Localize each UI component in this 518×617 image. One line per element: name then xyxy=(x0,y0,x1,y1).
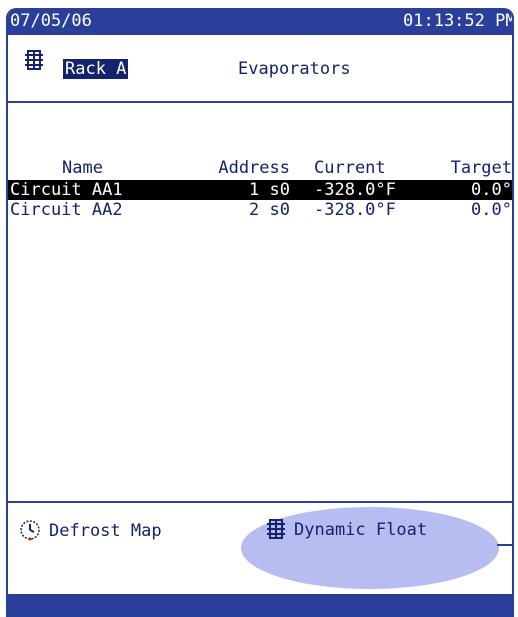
screen-header: Rack A Evaporators xyxy=(8,35,512,103)
cell-current: -328.0°F xyxy=(314,180,396,200)
table-row[interactable]: Circuit AA1 1 s0 -328.0°F 0.0° xyxy=(8,180,512,200)
cell-target: 0.0° xyxy=(471,180,512,200)
dynamic-float-label: Dynamic Float xyxy=(294,520,428,540)
table-header-row: Name Address Current Target xyxy=(8,158,512,180)
cell-target: 0.0° xyxy=(471,200,512,220)
column-header-target: Target xyxy=(450,158,512,178)
cell-address: 2 s0 xyxy=(249,200,290,220)
column-header-name: Name xyxy=(62,158,103,178)
cell-address: 1 s0 xyxy=(249,180,290,200)
time-display: 01:13:52 PM xyxy=(403,11,514,31)
cell-name: Circuit AA1 xyxy=(10,180,123,200)
cell-current: -328.0°F xyxy=(314,200,396,220)
column-header-address: Address xyxy=(218,158,290,178)
cell-name: Circuit AA2 xyxy=(10,200,123,220)
page-title: Evaporators xyxy=(238,59,351,79)
clock-icon xyxy=(20,520,40,541)
evaporator-table: Name Address Current Target Circuit AA1 … xyxy=(8,158,512,220)
bottom-menu: Defrost Map Dynamic Float xyxy=(8,501,512,596)
dynamic-float-button[interactable]: Dynamic Float xyxy=(266,519,427,540)
defrost-map-label: Defrost Map xyxy=(49,521,162,541)
rack-selector[interactable]: Rack A xyxy=(63,59,129,79)
status-bar-bottom xyxy=(8,594,512,617)
rack-grid-icon xyxy=(267,519,285,539)
pointer-line xyxy=(497,544,512,546)
device-screen: 07/05/06 01:13:52 PM Rack A Evaporators … xyxy=(6,8,514,617)
defrost-map-button[interactable]: Defrost Map xyxy=(19,519,162,541)
date-display: 07/05/06 xyxy=(10,11,92,31)
column-header-current: Current xyxy=(314,158,386,178)
status-bar-top: 07/05/06 01:13:52 PM xyxy=(8,8,512,35)
table-row[interactable]: Circuit AA2 2 s0 -328.0°F 0.0° xyxy=(8,200,512,220)
rack-grid-icon xyxy=(25,50,43,70)
